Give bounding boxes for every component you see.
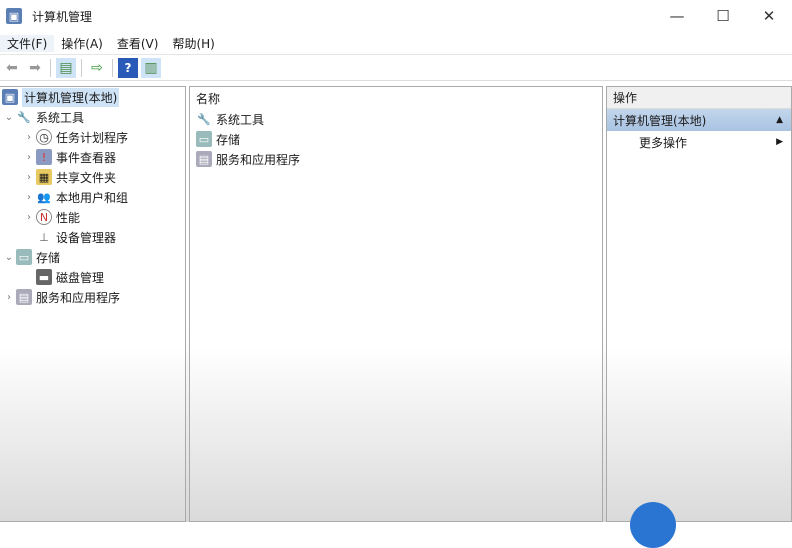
show-hide-action-pane-icon[interactable]: ▥ xyxy=(141,57,161,78)
divider xyxy=(50,58,51,77)
chevron-right-icon[interactable]: › xyxy=(22,152,36,163)
more-actions-label: 更多操作 xyxy=(639,135,688,150)
tree-item-root[interactable]: ▣ 计算机管理(本地) xyxy=(0,87,185,107)
actions-pane: 操作 计算机管理(本地) ▲ 更多操作 ▶ xyxy=(606,86,792,522)
chevron-right-icon[interactable]: › xyxy=(22,192,36,203)
title-bar: ▣ 计算机管理 — ☐ ✕ xyxy=(0,0,792,32)
tree-item-label: 计算机管理(本地) xyxy=(22,87,120,107)
tree-item-label: 存储 xyxy=(36,250,61,265)
maximize-button[interactable]: ☐ xyxy=(700,7,746,25)
services-icon: ▤ xyxy=(16,289,32,305)
window-title: 计算机管理 xyxy=(32,9,93,24)
tools-icon: 🔧 xyxy=(17,110,31,124)
help-icon[interactable]: ? xyxy=(118,57,138,78)
forward-arrow-icon[interactable]: ➡ xyxy=(25,58,45,78)
actions-header: 操作 xyxy=(607,87,791,109)
tree-item-task-scheduler[interactable]: › ◷ 任务计划程序 xyxy=(0,127,185,147)
chevron-down-icon[interactable]: ⌄ xyxy=(2,252,16,263)
actions-group-label: 计算机管理(本地) xyxy=(613,113,707,128)
close-button[interactable]: ✕ xyxy=(746,7,792,25)
tree-item-services[interactable]: › ▤ 服务和应用程序 xyxy=(0,287,185,307)
computer-icon: ▣ xyxy=(2,89,18,105)
minimize-button[interactable]: — xyxy=(654,7,700,25)
tree-item-system-tools[interactable]: ⌄ 🔧 系统工具 xyxy=(0,107,185,127)
export-list-icon[interactable]: ⇨ xyxy=(87,58,107,78)
tree-item-label: 本地用户和组 xyxy=(56,190,129,205)
tree-item-label: 服务和应用程序 xyxy=(36,290,121,305)
list-item-label: 系统工具 xyxy=(216,112,265,127)
tree-item-label: 事件查看器 xyxy=(56,150,117,165)
disk-icon: ▬ xyxy=(36,269,52,285)
tree-item-local-users[interactable]: › 👥 本地用户和组 xyxy=(0,187,185,207)
list-item[interactable]: 🔧 系统工具 xyxy=(190,109,602,129)
tree-item-disk-management[interactable]: ▬ 磁盘管理 xyxy=(0,267,185,287)
services-icon: ▤ xyxy=(196,151,212,167)
event-viewer-icon: ! xyxy=(36,149,52,165)
menu-file[interactable]: 文件(F) xyxy=(0,34,55,52)
tree-item-storage[interactable]: ⌄ ▭ 存储 xyxy=(0,247,185,267)
collapse-up-icon[interactable]: ▲ xyxy=(776,115,783,125)
menu-view[interactable]: 查看(V) xyxy=(110,35,166,52)
tree-item-event-viewer[interactable]: ›! 事件查看器 xyxy=(0,147,185,167)
chevron-right-icon[interactable]: › xyxy=(22,172,36,183)
clock-icon: ◷ xyxy=(36,129,52,145)
chevron-down-icon[interactable]: ⌄ xyxy=(2,112,16,123)
actions-group[interactable]: 计算机管理(本地) ▲ xyxy=(607,109,791,131)
tree-item-label: 设备管理器 xyxy=(56,230,117,245)
tree-item-label: 性能 xyxy=(56,210,81,225)
list-item-label: 服务和应用程序 xyxy=(216,152,301,167)
content-pane: 名称 🔧 系统工具 ▭ 存储 ▤ 服务和应用程序 xyxy=(189,86,603,522)
tree-item-label: 系统工具 xyxy=(36,110,85,125)
back-arrow-icon[interactable]: ⬅ xyxy=(2,58,22,78)
tree-item-performance[interactable]: › N 性能 xyxy=(0,207,185,227)
chevron-right-icon[interactable]: › xyxy=(2,292,16,303)
device-manager-icon: ⊥ xyxy=(39,230,49,244)
tree-pane: ▣ 计算机管理(本地) ⌄ 🔧 系统工具 › ◷ 任务计划程序 ›! 事件查看器 › ▦… xyxy=(0,86,186,522)
users-icon: 👥 xyxy=(37,190,51,204)
tree-item-shared-folders[interactable]: › ▦ 共享文件夹 xyxy=(0,167,185,187)
tools-icon: 🔧 xyxy=(197,112,211,126)
divider xyxy=(112,58,113,77)
show-hide-tree-icon[interactable]: ▤ xyxy=(56,57,76,78)
list-item-label: 存储 xyxy=(216,132,241,147)
list-item[interactable]: ▤ 服务和应用程序 xyxy=(190,149,602,169)
chevron-right-icon[interactable]: › xyxy=(22,212,36,223)
divider xyxy=(81,58,82,77)
submenu-arrow-icon: ▶ xyxy=(776,137,783,147)
tree-item-device-manager[interactable]: ⊥ 设备管理器 xyxy=(0,227,185,247)
menu-action[interactable]: 操作(A) xyxy=(54,35,110,52)
list-item[interactable]: ▭ 存储 xyxy=(190,129,602,149)
tree-item-label: 磁盘管理 xyxy=(56,270,105,285)
tree-item-label: 任务计划程序 xyxy=(56,130,129,145)
computer-management-icon: ▣ xyxy=(6,8,22,24)
more-actions[interactable]: 更多操作 ▶ xyxy=(607,131,791,153)
storage-icon: ▭ xyxy=(16,249,32,265)
overlay-bubble xyxy=(630,502,676,548)
chevron-right-icon[interactable]: › xyxy=(22,132,36,143)
shared-folder-icon: ▦ xyxy=(36,169,52,185)
menu-help[interactable]: 帮助(H) xyxy=(165,35,221,52)
storage-icon: ▭ xyxy=(196,131,212,147)
toolbar: ⬅ ➡ ▤ ⇨ ? ▥ xyxy=(0,55,792,81)
main-area: ▣ 计算机管理(本地) ⌄ 🔧 系统工具 › ◷ 任务计划程序 ›! 事件查看器 › ▦… xyxy=(0,83,792,522)
menu-bar: 文件(F) 操作(A) 查看(V) 帮助(H) xyxy=(0,32,792,55)
tree-item-label: 共享文件夹 xyxy=(56,170,117,185)
column-header-name[interactable]: 名称 xyxy=(190,87,602,109)
performance-icon: N xyxy=(36,209,52,225)
